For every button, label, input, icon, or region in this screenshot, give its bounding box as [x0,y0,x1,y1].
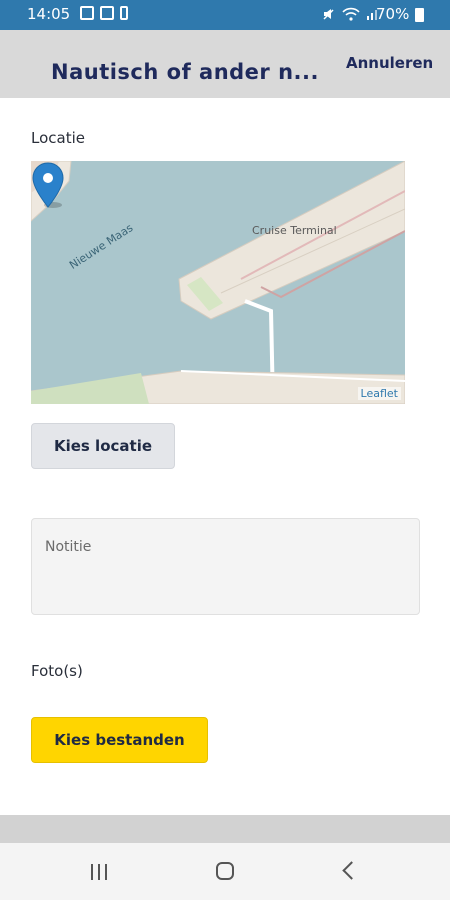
cancel-button[interactable]: Annuleren [346,54,433,72]
mail-notification-icon [100,6,114,20]
choose-location-button[interactable]: Kies locatie [31,423,175,469]
map-marker-icon[interactable] [31,161,65,209]
mute-icon [323,9,334,20]
status-time: 14:05 [27,5,71,23]
page-title: Nautisch of ander n... [51,60,319,84]
battery-icon [415,8,424,22]
back-icon[interactable] [342,861,361,880]
bottom-divider [0,815,450,843]
location-map[interactable]: Nieuwe Maas Cruise Terminal Leaflet [31,161,405,404]
note-placeholder: Notitie [45,539,92,555]
choose-files-button[interactable]: Kies bestanden [31,717,208,763]
battery-percentage: 70% [376,5,410,23]
page-header: Nautisch of ander n... Annuleren [0,30,450,98]
notification-icons [80,6,128,20]
location-label: Locatie [31,129,85,147]
system-navigation-bar [0,843,450,900]
map-attribution-link[interactable]: Leaflet [357,387,401,400]
wifi-icon [342,7,360,21]
image-notification-icon [80,6,94,20]
note-textarea[interactable]: Notitie [31,518,420,615]
system-icons [322,7,380,21]
status-bar: 14:05 70% [0,0,450,30]
recents-icon[interactable] [91,864,111,880]
home-icon[interactable] [216,862,234,880]
map-tiles [31,161,405,404]
photos-label: Foto(s) [31,662,83,680]
map-terminal-label: Cruise Terminal [252,224,337,237]
person-notification-icon [120,6,128,20]
